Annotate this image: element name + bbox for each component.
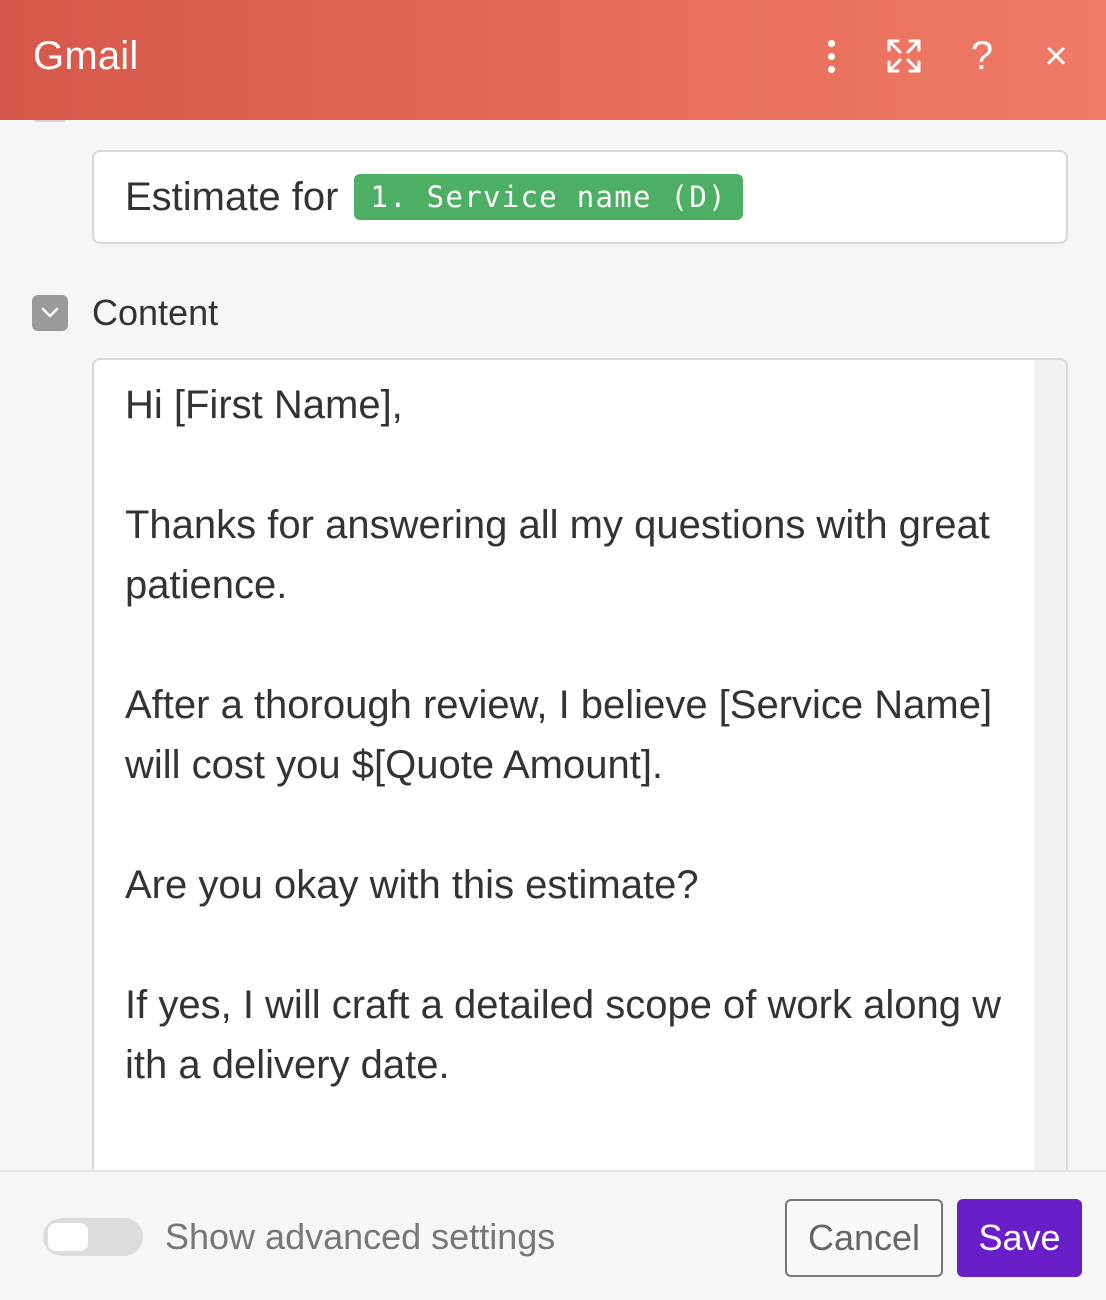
advanced-settings-toggle[interactable] — [43, 1218, 143, 1256]
subject-text: Estimate for — [125, 174, 339, 219]
content-label: Content — [92, 292, 219, 333]
content-paragraph: Thanks for answering all my questions wi… — [125, 503, 990, 607]
cancel-button[interactable]: Cancel — [785, 1199, 943, 1277]
content-scrollbar[interactable] — [1034, 360, 1066, 1256]
chevron-down-icon — [41, 307, 59, 318]
advanced-settings-label[interactable]: Show advanced settings — [165, 1216, 555, 1258]
close-icon[interactable]: × — [1034, 30, 1078, 82]
toggle-knob — [48, 1223, 88, 1251]
dialog-title: Gmail — [33, 34, 139, 78]
expand-icon[interactable] — [880, 30, 928, 82]
content-collapse-toggle[interactable] — [32, 295, 68, 331]
gmail-module-dialog: Gmail ? × Estimate for 1. Service name (… — [0, 0, 1106, 1300]
save-button[interactable]: Save — [957, 1199, 1082, 1277]
content-paragraph: Hi [First Name], — [125, 383, 403, 427]
content-body: Hi [First Name], Thanks for answering al… — [125, 375, 1005, 1095]
help-icon[interactable]: ? — [960, 30, 1004, 82]
dialog-header: Gmail ? × — [0, 0, 1106, 120]
content-paragraph: If yes, I will craft a detailed scope of… — [125, 983, 1001, 1087]
mapped-variable-pill[interactable]: 1. Service name (D) — [354, 174, 743, 220]
content-paragraph: Are you okay with this estimate? — [125, 863, 699, 907]
dialog-footer: Show advanced settings Cancel Save — [0, 1170, 1106, 1300]
subject-field[interactable]: Estimate for 1. Service name (D) — [92, 150, 1068, 244]
content-textarea[interactable]: Hi [First Name], Thanks for answering al… — [92, 358, 1068, 1258]
content-paragraph: After a thorough review, I believe [Serv… — [125, 683, 993, 787]
more-options-icon[interactable] — [812, 30, 850, 82]
